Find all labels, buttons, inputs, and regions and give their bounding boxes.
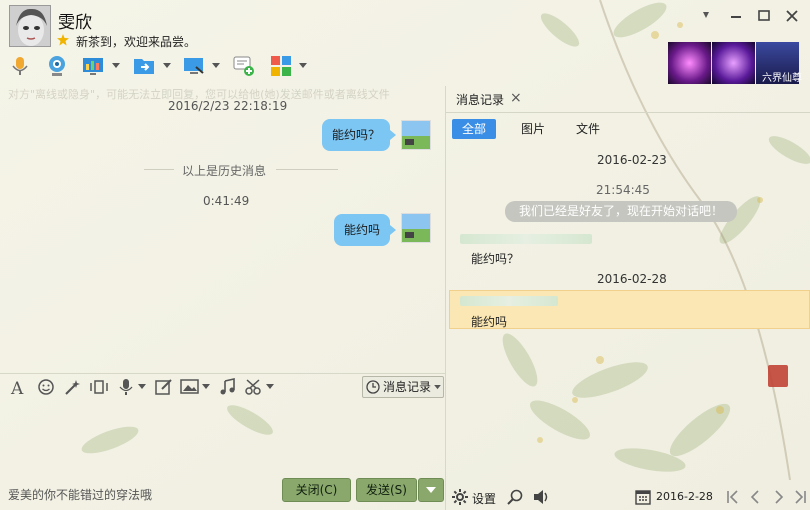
- svg-text:A: A: [10, 379, 24, 396]
- video-call-icon[interactable]: [46, 55, 68, 77]
- screen-share-icon[interactable]: [183, 55, 205, 77]
- message-text: 能约吗: [344, 223, 381, 237]
- chevron-down-icon: [434, 385, 441, 390]
- search-icon[interactable]: [507, 489, 523, 505]
- history-time: 21:54:45: [596, 183, 650, 197]
- star-icon[interactable]: [57, 34, 69, 46]
- clock-icon: [366, 380, 380, 394]
- close-tab-icon[interactable]: ×: [510, 90, 522, 106]
- chevron-down-icon[interactable]: [212, 63, 220, 69]
- ad-caption: 六界仙尊: [762, 73, 802, 84]
- voice-msg-icon[interactable]: [116, 378, 136, 396]
- message-timestamp: 0:41:49: [203, 194, 250, 208]
- chevron-down-icon[interactable]: [266, 384, 274, 390]
- image-icon[interactable]: [180, 378, 200, 396]
- divider-line: [144, 169, 174, 170]
- history-date: 2016-02-23: [597, 153, 667, 167]
- next-page-icon[interactable]: [772, 489, 786, 505]
- font-icon[interactable]: A: [9, 378, 29, 396]
- ad-tile[interactable]: [668, 42, 711, 84]
- minimize-icon[interactable]: [727, 9, 745, 23]
- history-date: 2016-02-28: [597, 272, 667, 286]
- contact-name: 雯欣: [58, 13, 92, 33]
- sender-name-blurred: [460, 296, 558, 306]
- chevron-down-icon[interactable]: [112, 63, 120, 69]
- settings-label[interactable]: 设置: [472, 490, 496, 507]
- history-message-text[interactable]: 能约吗: [471, 313, 507, 330]
- system-message: 我们已经是好友了，现在开始对话吧！: [505, 201, 737, 222]
- chevron-down-icon[interactable]: [163, 63, 171, 69]
- divider-line: [276, 169, 338, 170]
- ad-tile[interactable]: [712, 42, 755, 84]
- history-divider-label: 以上是历史消息: [182, 164, 267, 178]
- last-page-icon[interactable]: [793, 489, 807, 505]
- add-member-icon[interactable]: [233, 55, 255, 77]
- message-history-button[interactable]: 消息记录: [362, 376, 444, 398]
- contact-avatar[interactable]: [9, 5, 51, 47]
- chevron-down-icon[interactable]: [138, 384, 146, 390]
- tab-message-history[interactable]: 消息记录: [456, 91, 504, 108]
- previous-page-icon[interactable]: [748, 489, 762, 505]
- edit-icon[interactable]: [154, 378, 174, 396]
- voice-call-icon[interactable]: [9, 55, 31, 77]
- emoji-icon[interactable]: [36, 378, 56, 396]
- user-avatar[interactable]: [401, 213, 431, 243]
- chevron-down-icon: [426, 487, 436, 493]
- sender-name-blurred: [460, 234, 592, 244]
- send-options-button[interactable]: [418, 478, 444, 502]
- chevron-down-icon[interactable]: [299, 63, 307, 69]
- decorative-seal: [768, 365, 788, 387]
- apps-icon[interactable]: [270, 55, 292, 77]
- close-icon[interactable]: [783, 9, 801, 23]
- message-history-label: 消息记录: [383, 380, 432, 394]
- filter-all[interactable]: 全部: [452, 119, 497, 139]
- maximize-icon[interactable]: [755, 9, 773, 23]
- scissors-icon[interactable]: [244, 378, 264, 396]
- current-date[interactable]: 2016-2-28: [656, 490, 713, 503]
- gear-icon[interactable]: [451, 488, 469, 506]
- close-button[interactable]: 关闭(C): [282, 478, 351, 502]
- first-page-icon[interactable]: [726, 489, 740, 505]
- message-text: 能约吗？: [332, 128, 381, 142]
- panel-divider[interactable]: [445, 86, 446, 510]
- shake-icon[interactable]: [89, 378, 109, 396]
- input-divider: [0, 373, 446, 374]
- chevron-down-icon[interactable]: [202, 384, 210, 390]
- send-button[interactable]: 发送(S): [356, 478, 417, 502]
- filter-images[interactable]: 图片: [521, 119, 545, 139]
- ad-hint-link[interactable]: 爱美的你不能错过的穿法哦: [8, 486, 152, 503]
- history-message-text[interactable]: 能约吗？: [471, 250, 519, 267]
- remote-desktop-icon[interactable]: [82, 55, 104, 77]
- magic-icon[interactable]: [62, 378, 82, 396]
- tab-underline: [446, 112, 810, 113]
- calendar-icon[interactable]: [635, 489, 651, 505]
- message-timestamp: 2016/2/23 22:18:19: [168, 99, 288, 113]
- user-avatar[interactable]: [401, 120, 431, 150]
- music-icon[interactable]: [218, 378, 238, 396]
- message-bubble[interactable]: 能约吗: [334, 214, 396, 246]
- filter-files[interactable]: 文件: [576, 119, 600, 139]
- contact-signature[interactable]: 新茶到，欢迎来品尝。: [76, 33, 196, 50]
- message-bubble[interactable]: 能约吗？: [322, 119, 396, 151]
- speaker-icon[interactable]: [533, 489, 551, 505]
- pin-icon[interactable]: [697, 9, 715, 23]
- file-transfer-icon[interactable]: [133, 55, 155, 77]
